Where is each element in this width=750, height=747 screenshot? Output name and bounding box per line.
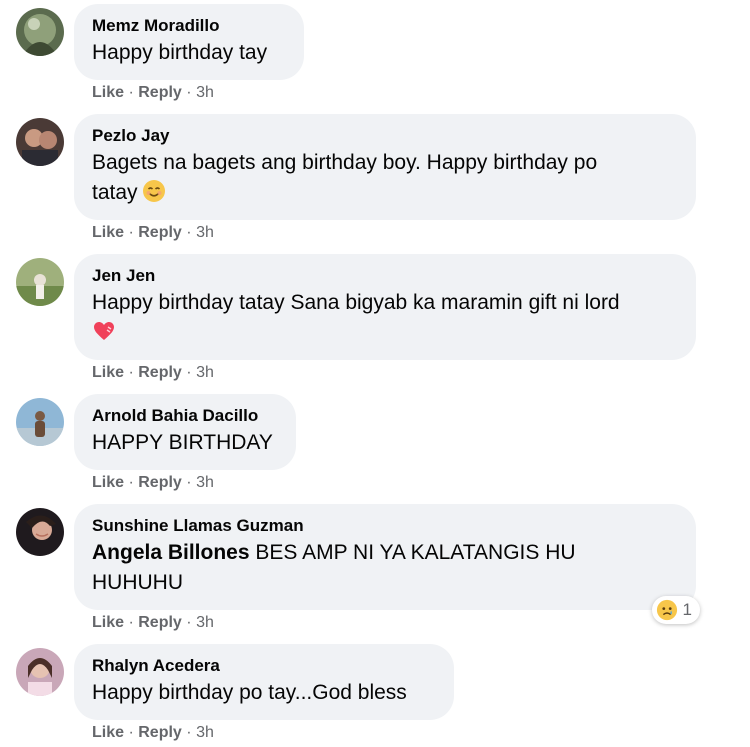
comment-bubble: Memz Moradillo Happy birthday tay	[74, 4, 304, 80]
heart-icon	[94, 322, 114, 340]
separator: ·	[186, 474, 192, 491]
mention-link[interactable]: Angela Billones	[92, 541, 250, 564]
reply-button[interactable]: Reply	[138, 364, 182, 381]
like-button[interactable]: Like	[92, 84, 124, 101]
comment-author[interactable]: Rhalyn Acedera	[92, 654, 436, 678]
comment-text: HAPPY BIRTHDAY	[92, 428, 278, 458]
comment-line: Happy birthday tay	[92, 41, 268, 64]
like-button[interactable]: Like	[92, 474, 124, 491]
separator: ·	[128, 614, 134, 631]
timestamp[interactable]: 3h	[196, 364, 214, 381]
comment-actions: Like · Reply · 3h	[92, 364, 214, 382]
timestamp[interactable]: 3h	[196, 224, 214, 241]
comment-bubble: Pezlo Jay Bagets na bagets ang birthday …	[74, 114, 696, 220]
comment-line: tatay	[92, 181, 138, 204]
comment-text: Happy birthday tatay Sana bigyab ka mara…	[92, 288, 678, 348]
comment-text: Angela Billones BES AMP NI YA KALATANGIS…	[92, 538, 678, 598]
comment-bubble: Rhalyn Acedera Happy birthday po tay...G…	[74, 644, 454, 720]
timestamp[interactable]: 3h	[196, 724, 214, 741]
comment-text: Happy birthday tay	[92, 38, 286, 68]
reply-button[interactable]: Reply	[138, 84, 182, 101]
comment-line: HAPPY BIRTHDAY	[92, 431, 273, 454]
avatar[interactable]	[16, 508, 64, 556]
separator: ·	[186, 614, 192, 631]
separator: ·	[128, 84, 134, 101]
separator: ·	[128, 724, 134, 741]
comment-text: Bagets na bagets ang birthday boy. Happy…	[92, 148, 678, 208]
like-button[interactable]: Like	[92, 614, 124, 631]
avatar[interactable]	[16, 648, 64, 696]
separator: ·	[128, 224, 134, 241]
comment-bubble: Arnold Bahia Dacillo HAPPY BIRTHDAY	[74, 394, 296, 470]
separator: ·	[128, 474, 134, 491]
comment-line: Happy birthday tatay Sana bigyab ka mara…	[92, 291, 620, 314]
separator: ·	[186, 224, 192, 241]
comment-author[interactable]: Sunshine Llamas Guzman	[92, 514, 678, 538]
avatar[interactable]	[16, 118, 64, 166]
smiling-face-icon	[142, 180, 165, 202]
comment-line: Bagets na bagets ang birthday boy. Happy…	[92, 151, 598, 174]
avatar[interactable]	[16, 398, 64, 446]
separator: ·	[186, 364, 192, 381]
reply-button[interactable]: Reply	[138, 474, 182, 491]
comment-author[interactable]: Arnold Bahia Dacillo	[92, 404, 278, 428]
comment-line: HUHUHU	[92, 571, 183, 594]
separator: ·	[128, 364, 134, 381]
comment-line: BES AMP NI YA KALATANGIS HU	[255, 541, 576, 564]
comment-bubble: Jen Jen Happy birthday tatay Sana bigyab…	[74, 254, 696, 360]
comment-line: Happy birthday po tay...God bless	[92, 681, 407, 704]
sad-reaction-icon	[656, 599, 677, 621]
avatar[interactable]	[16, 258, 64, 306]
reply-button[interactable]: Reply	[138, 614, 182, 631]
reply-button[interactable]: Reply	[138, 724, 182, 741]
avatar[interactable]	[16, 8, 64, 56]
comment-author[interactable]: Jen Jen	[92, 264, 678, 288]
timestamp[interactable]: 3h	[196, 614, 214, 631]
comment-actions: Like · Reply · 3h	[92, 724, 214, 742]
comment-author[interactable]: Memz Moradillo	[92, 14, 286, 38]
like-button[interactable]: Like	[92, 224, 124, 241]
like-button[interactable]: Like	[92, 724, 124, 741]
comment-bubble: Sunshine Llamas Guzman Angela Billones B…	[74, 504, 700, 624]
timestamp[interactable]: 3h	[196, 84, 214, 101]
timestamp[interactable]: 3h	[196, 474, 214, 491]
reply-button[interactable]: Reply	[138, 224, 182, 241]
separator: ·	[186, 724, 192, 741]
comment-text: Happy birthday po tay...God bless	[92, 678, 436, 708]
comment-author[interactable]: Pezlo Jay	[92, 124, 678, 148]
separator: ·	[186, 84, 192, 101]
comment-actions: Like · Reply · 3h	[92, 614, 214, 632]
reaction-badge[interactable]: 1	[651, 596, 700, 624]
comment-actions: Like · Reply · 3h	[92, 84, 214, 102]
reaction-count: 1	[682, 600, 692, 619]
comment-actions: Like · Reply · 3h	[92, 474, 214, 492]
comment-actions: Like · Reply · 3h	[92, 224, 214, 242]
like-button[interactable]: Like	[92, 364, 124, 381]
